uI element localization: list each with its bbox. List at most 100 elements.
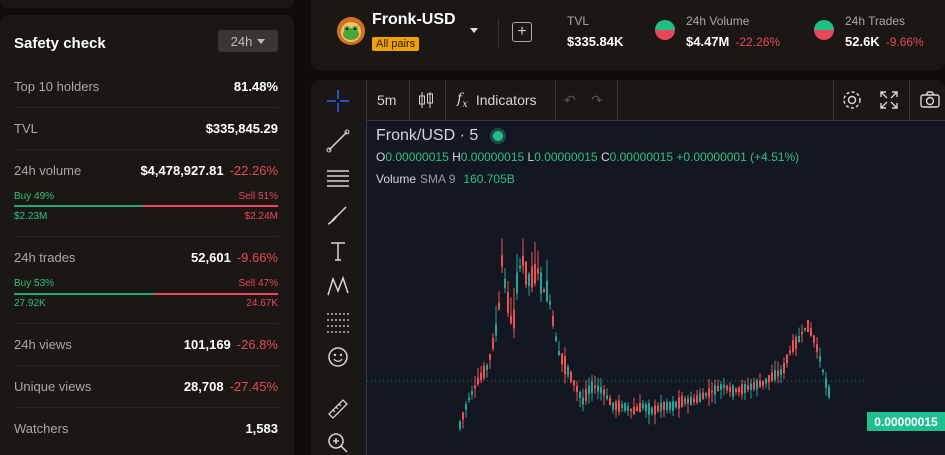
undo-icon[interactable]: ↶ <box>564 80 576 120</box>
ruler-icon[interactable] <box>325 396 351 422</box>
trades-stat-label: 24h Trades <box>845 14 906 28</box>
candle <box>654 405 656 415</box>
fullscreen-icon[interactable] <box>879 80 899 120</box>
divider <box>14 149 278 150</box>
ohlc-change: +0.00000001 (+4.51%) <box>676 150 800 164</box>
chevron-down-icon <box>257 38 266 44</box>
candle <box>609 397 611 406</box>
trades-buy-amount: 27.92K <box>14 298 46 309</box>
candle <box>669 402 671 410</box>
crosshair-icon[interactable] <box>325 88 351 114</box>
period-select[interactable]: 24h <box>218 30 278 52</box>
candle <box>828 386 830 398</box>
candle <box>624 403 626 411</box>
ohlc-c-key: C <box>600 150 610 164</box>
candle <box>738 387 740 393</box>
candle <box>519 265 521 269</box>
candle <box>612 402 614 410</box>
candle <box>576 386 578 392</box>
candle <box>660 402 662 412</box>
trades-stat-change: -9.66% <box>885 35 924 49</box>
trades-buy-sell-bar <box>14 293 278 295</box>
candle <box>630 408 632 412</box>
emoji-icon[interactable] <box>325 344 351 370</box>
fx-icon: fx <box>457 90 468 110</box>
candle <box>516 272 518 294</box>
vol-stat-change: -22.26% <box>735 35 781 49</box>
volume-buy-sell-bar <box>14 205 278 207</box>
pattern-icon[interactable] <box>325 273 351 299</box>
divider <box>445 80 446 120</box>
redo-icon[interactable]: ↷ <box>591 80 603 120</box>
ohlc-h-key: H <box>452 150 461 164</box>
chart-symbol-text: Fronk/USD · 5 <box>376 127 479 144</box>
interval-button[interactable]: 5m <box>377 80 396 120</box>
candle <box>708 388 710 398</box>
divider <box>14 407 278 408</box>
candle <box>774 370 776 380</box>
candle <box>765 378 767 384</box>
pair-name[interactable]: Fronk-USD <box>372 11 456 29</box>
volume-label: 24h volume <box>14 163 82 178</box>
volume-sell-bar <box>143 205 278 207</box>
volume-sell-amount: $2.24M <box>244 211 278 222</box>
zoom-in-icon[interactable] <box>325 430 351 455</box>
settings-icon[interactable] <box>841 80 863 120</box>
all-pairs-badge[interactable]: All pairs <box>372 37 420 51</box>
ohlc-close: 0.00000015 <box>609 150 674 164</box>
candle <box>729 387 731 392</box>
divider <box>14 323 278 324</box>
candle <box>696 395 698 403</box>
candle <box>501 255 503 267</box>
candle <box>459 421 461 429</box>
candle <box>495 324 497 336</box>
candle <box>525 261 527 285</box>
candle <box>762 380 764 386</box>
price-chart[interactable]: Fronk/USD · 5 O0.00000015 H0.00000015 L0… <box>367 121 945 455</box>
candle <box>795 337 797 349</box>
candle <box>561 353 563 365</box>
volume-buy-amount: $2.23M <box>14 211 48 222</box>
candle <box>534 264 536 284</box>
candle <box>582 397 584 405</box>
candle <box>687 398 689 404</box>
top10-label: Top 10 holders <box>14 79 100 94</box>
pair-dropdown-icon[interactable] <box>470 28 478 33</box>
trend-line-icon[interactable] <box>325 128 351 154</box>
views-label: 24h views <box>14 337 72 352</box>
candle <box>636 406 638 412</box>
last-price-tag: 0.00000015 <box>867 412 945 431</box>
candle <box>573 380 575 386</box>
candle <box>813 335 815 343</box>
candle <box>726 385 728 391</box>
candle <box>522 255 524 267</box>
candle <box>777 370 779 377</box>
add-icon[interactable]: + <box>512 22 532 42</box>
candle <box>732 385 734 397</box>
candle <box>465 403 467 411</box>
candle <box>693 398 695 403</box>
candle <box>474 385 476 389</box>
candles-icon[interactable] <box>417 80 435 120</box>
trades-buy-label: Buy 53% <box>14 278 55 289</box>
fib-icon[interactable] <box>325 309 351 335</box>
candle <box>594 385 596 389</box>
horizontal-lines-icon[interactable] <box>325 165 351 191</box>
unique-value: 28,708 -27.45% <box>184 379 278 394</box>
text-icon[interactable] <box>325 238 351 264</box>
volume-buy-label: Buy 49% <box>14 191 55 202</box>
brush-icon[interactable] <box>325 202 351 228</box>
candle <box>735 388 737 393</box>
live-dot-icon <box>490 127 507 144</box>
camera-icon[interactable] <box>919 80 941 120</box>
candle <box>498 302 500 310</box>
volume-sma: SMA 9 <box>420 172 456 186</box>
views-value: 101,169 -26.8% <box>184 337 278 352</box>
indicators-button[interactable]: fx Indicators <box>457 80 537 120</box>
candle <box>819 356 821 362</box>
chart-widget: 5m fx Indicators ↶ ↷ Fronk/USD · 5 O0.00… <box>311 80 945 455</box>
candle <box>753 382 755 390</box>
candle <box>513 309 515 329</box>
indicators-label: Indicators <box>475 92 537 108</box>
candle <box>480 372 482 381</box>
